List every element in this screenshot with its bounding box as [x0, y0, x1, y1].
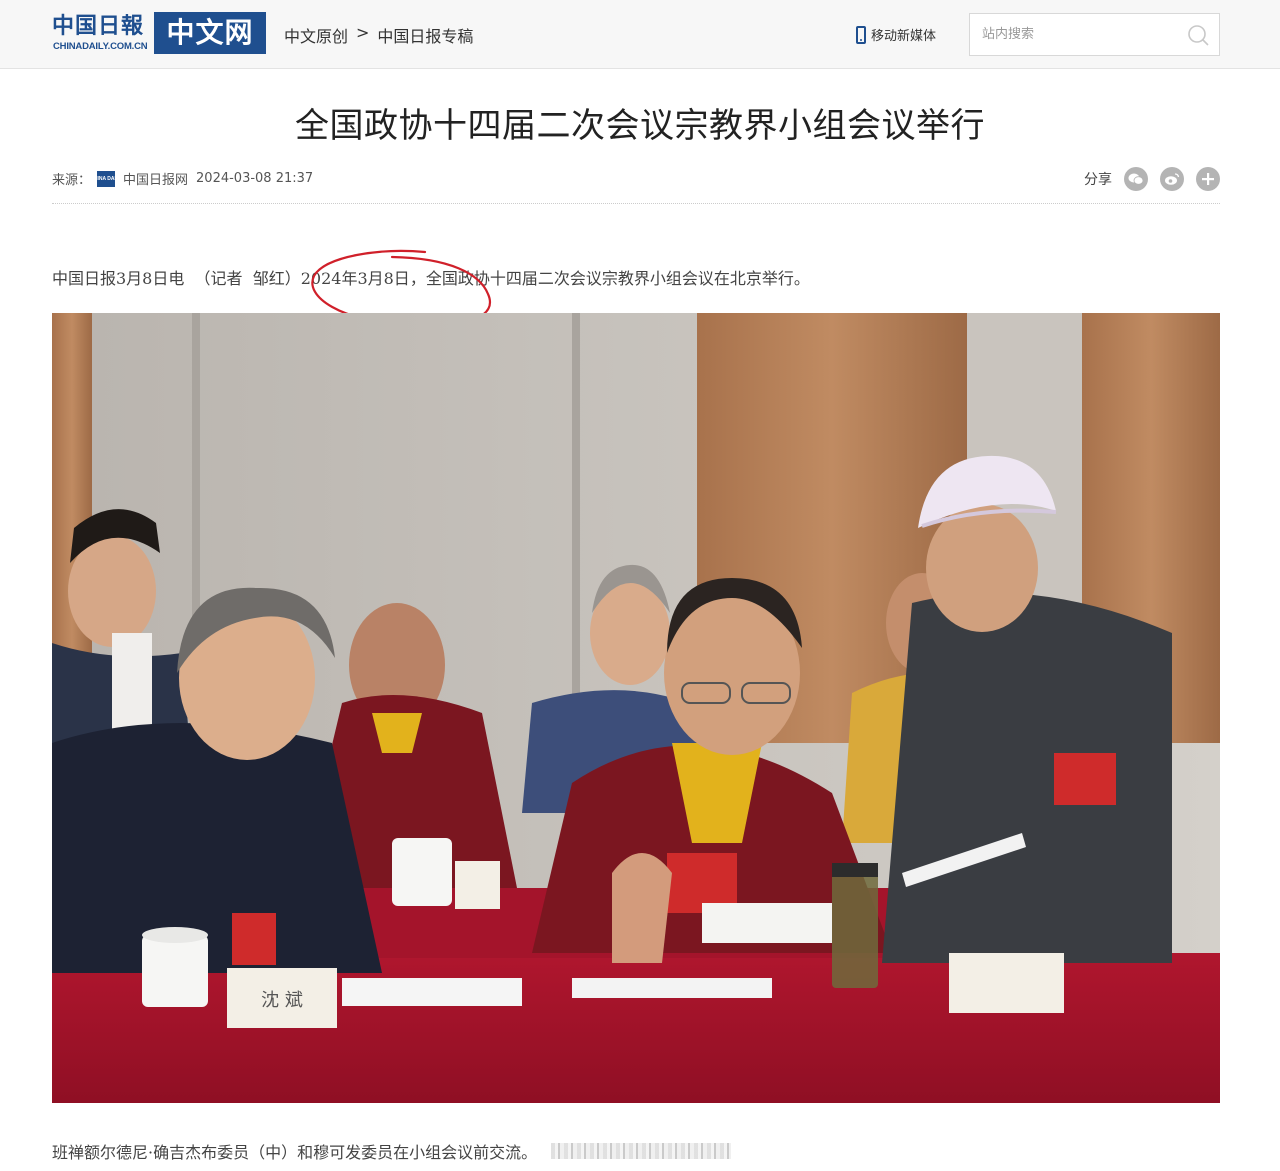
source-label: 来源：	[52, 173, 92, 188]
article-meta: 来源： CHINA DAILY 中国日报网 2024-03-08 21:37	[52, 169, 313, 188]
breadcrumb: 中文原创 > 中国日报专稿	[284, 23, 473, 47]
caption-text: 班禅额尔德尼·确吉杰布委员（中）和穆可发委员在小组会议前交流。	[52, 1143, 538, 1162]
article-photo: 沈 斌	[52, 313, 1220, 1103]
breadcrumb-separator: >	[356, 23, 370, 42]
source-logo-text: CHINA DAILY	[90, 175, 122, 182]
obscured-text	[551, 1143, 732, 1159]
logo-wordmark: 中国日報 CHINADAILY.COM.CN	[52, 12, 154, 54]
phone-icon	[856, 25, 866, 44]
lead-date: 2024年3月8日	[300, 269, 410, 288]
mobile-media-link[interactable]: 移动新媒体	[856, 25, 936, 44]
photo-caption: 班禅额尔德尼·确吉杰布委员（中）和穆可发委员在小组会议前交流。	[52, 1139, 732, 1163]
lead-suffix: ，全国政协十四届二次会议宗教界小组会议在北京举行。	[409, 269, 810, 288]
meeting-photo: 沈 斌	[52, 313, 1220, 1103]
meta-divider	[52, 203, 1220, 204]
lead-paragraph: 中国日报3月8日电 （记者 邹红）2024年3月8日，全国政协十四届二次会议宗教…	[52, 265, 810, 289]
source-logo: CHINA DAILY	[90, 170, 122, 187]
mobile-media-label: 移动新媒体	[871, 29, 937, 44]
logo-badge: 中文网	[154, 12, 266, 54]
more-plus-icon[interactable]	[1196, 167, 1220, 191]
wechat-icon[interactable]	[1124, 167, 1148, 191]
share-label: 分享	[1084, 172, 1112, 188]
name-card-text: 沈 斌	[261, 990, 303, 1011]
site-logo[interactable]: 中国日報 CHINADAILY.COM.CN 中文网	[52, 12, 266, 54]
search-icon[interactable]	[1187, 24, 1209, 46]
search-box	[969, 13, 1220, 56]
article-title: 全国政协十四届二次会议宗教界小组会议举行	[295, 106, 985, 146]
search-input[interactable]	[970, 14, 1180, 55]
breadcrumb-item-special[interactable]: 中国日报专稿	[377, 23, 473, 47]
source-name: 中国日报网	[123, 173, 189, 188]
site-header: 中国日報 CHINADAILY.COM.CN 中文网 中文原创 > 中国日报专稿…	[0, 0, 1280, 69]
logo-chinese-text: 中国日報	[52, 13, 145, 39]
share-bar: 分享	[1084, 167, 1220, 191]
weibo-icon[interactable]	[1160, 167, 1184, 191]
lead-prefix: 中国日报3月8日电 （记者 邹红）	[52, 269, 301, 288]
publish-datetime: 2024-03-08 21:37	[196, 171, 314, 186]
logo-english-text: CHINADAILY.COM.CN	[53, 41, 148, 52]
breadcrumb-item-original[interactable]: 中文原创	[284, 23, 348, 47]
